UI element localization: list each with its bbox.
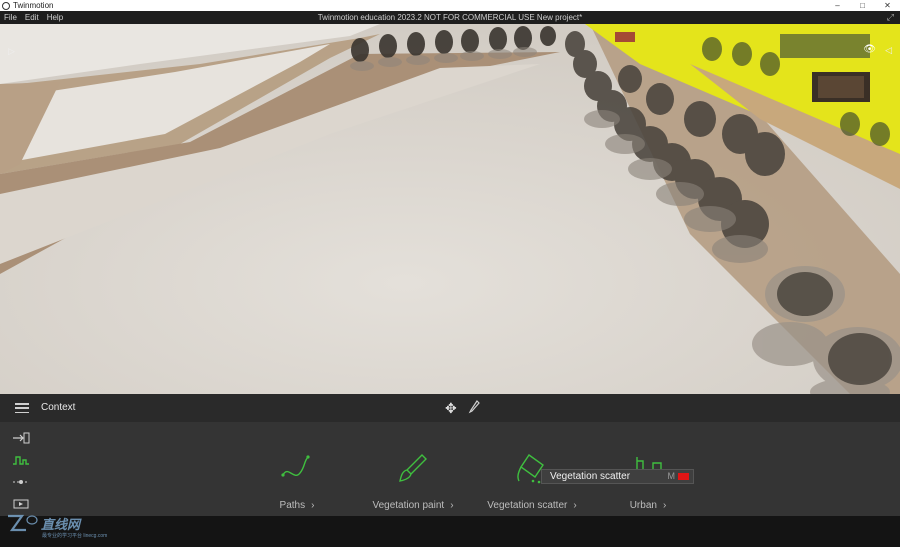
bottom-strip — [0, 516, 900, 547]
watermark-subtext: 最专业的学习平台 linecg.com — [42, 533, 108, 539]
3d-viewport[interactable]: ▷ 👁 ◁ — [0, 24, 900, 394]
window-title: Twinmotion — [13, 1, 54, 10]
tooltip-text: Vegetation scatter — [550, 471, 631, 482]
watermark-text: 直线网 — [41, 516, 81, 532]
window-controls: – □ ✕ — [825, 0, 900, 11]
watermark-icon — [8, 514, 38, 532]
menu-edit[interactable]: Edit — [21, 11, 43, 24]
left-panel-toggle-icon[interactable]: ▷ — [8, 46, 15, 57]
terrain-icon[interactable] — [12, 454, 30, 466]
tooltip-shortcut: M — [667, 471, 676, 481]
menu-bar: File Edit Help Twinmotion education 2023… — [0, 11, 900, 24]
category-label: Paths — [279, 500, 306, 511]
twinmotion-app-icon — [2, 1, 10, 10]
menu-help[interactable]: Help — [43, 11, 67, 24]
hamburger-menu-icon[interactable] — [15, 403, 29, 414]
eyedropper-icon[interactable] — [468, 400, 480, 414]
import-icon[interactable] — [12, 432, 30, 444]
minimize-button[interactable]: – — [825, 0, 850, 11]
paintbrush-icon — [399, 454, 427, 482]
chevron-right-icon: › — [450, 500, 454, 511]
paths-icon — [281, 455, 310, 477]
category-paths[interactable]: Paths › — [252, 450, 342, 511]
category-label: Urban — [629, 500, 657, 511]
category-label: Vegetation paint — [372, 500, 445, 511]
eye-icon[interactable]: 👁 — [863, 44, 876, 55]
category-label: Vegetation scatter — [487, 500, 568, 511]
expand-icon[interactable]: ⤢ — [887, 11, 894, 24]
record-indicator-icon — [678, 473, 689, 480]
window-titlebar: Twinmotion – □ ✕ — [0, 0, 900, 11]
watermark-logo: 直线网 最专业的学习平台 linecg.com — [6, 512, 107, 539]
media-icon[interactable] — [12, 498, 30, 510]
chevron-right-icon: › — [573, 500, 577, 511]
maximize-button[interactable]: □ — [850, 0, 875, 11]
menu-file[interactable]: File — [0, 11, 21, 24]
tooltip: Vegetation scatter M — [541, 469, 694, 484]
project-title: Twinmotion education 2023.2 NOT FOR COMM… — [317, 13, 583, 22]
move-gizmo-icon[interactable]: ✥ — [445, 400, 457, 417]
library-panel: Paths › Vegetation paint › Vegetation scat… — [0, 422, 900, 516]
chevron-right-icon: › — [662, 500, 667, 511]
close-button[interactable]: ✕ — [875, 0, 900, 11]
context-title: Context — [41, 402, 76, 413]
chevron-right-icon: › — [311, 500, 315, 511]
side-toolbar — [12, 432, 30, 510]
right-panel-toggle-icon[interactable]: ◁ — [885, 45, 892, 56]
category-vegetation-paint[interactable]: Vegetation paint › — [368, 450, 458, 511]
context-toolbar: Context ✥ — [0, 394, 900, 422]
path-tool-icon[interactable] — [12, 476, 30, 488]
scene-render — [0, 24, 900, 394]
